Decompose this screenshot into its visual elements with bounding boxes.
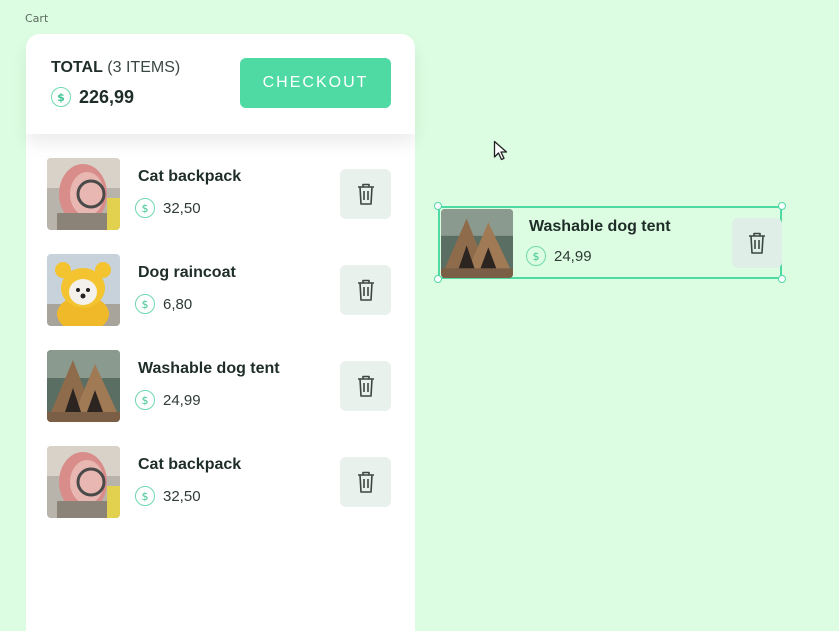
cart-header: TOTAL (3 ITEMS) $ 226,99 CHECKOUT: [26, 34, 415, 134]
item-name: Washable dog tent: [138, 360, 280, 377]
item-name: Dog raincoat: [138, 264, 236, 281]
item-price: $ 32,50: [135, 198, 201, 218]
trash-icon: [357, 183, 374, 205]
total-label: TOTAL: [51, 59, 103, 76]
trash-icon: [357, 471, 374, 493]
delete-button[interactable]: [340, 265, 391, 315]
dollar-coin-icon: $: [135, 294, 155, 314]
dragged-item-content: Washable dog tent $ 24,99: [440, 208, 782, 278]
item-price-value: 24,99: [554, 247, 592, 265]
dollar-coin-icon: $: [51, 87, 71, 107]
resize-handle-bottom-left[interactable]: [434, 275, 442, 283]
checkout-button[interactable]: CHECKOUT: [240, 58, 391, 108]
trash-icon: [357, 375, 374, 397]
item-price: $ 6,80: [135, 294, 192, 314]
item-price-value: 32,50: [163, 487, 201, 505]
item-name: Cat backpack: [138, 168, 242, 185]
item-price: $ 32,50: [135, 486, 201, 506]
dog-tent-image: [47, 350, 120, 422]
cart-panel: TOTAL (3 ITEMS) $ 226,99 CHECKOUT Cat ba…: [26, 34, 415, 631]
dollar-coin-icon: $: [135, 198, 155, 218]
item-price-value: 6,80: [163, 295, 193, 313]
delete-button[interactable]: [340, 169, 391, 219]
resize-handle-bottom-right[interactable]: [778, 275, 786, 283]
trash-icon: [357, 279, 374, 301]
items-count: (3 ITEMS): [107, 59, 181, 76]
item-price-value: 32,50: [163, 199, 201, 217]
resize-handle-top-right[interactable]: [778, 202, 786, 210]
delete-button[interactable]: [340, 361, 391, 411]
total-amount-value: 226,99: [79, 86, 135, 107]
cart-item[interactable]: Washable dog tent $ 24,99: [47, 350, 391, 422]
dog-raincoat-image: [47, 254, 120, 326]
item-name: Washable dog tent: [529, 218, 671, 235]
cat-backpack-image: [47, 446, 120, 518]
dragged-cart-item[interactable]: Washable dog tent $ 24,99: [438, 206, 782, 279]
total-amount: $ 226,99: [51, 86, 134, 108]
item-price: $ 24,99: [135, 390, 201, 410]
cart-item[interactable]: Cat backpack $ 32,50: [47, 158, 391, 230]
item-name: Cat backpack: [138, 456, 242, 473]
dollar-coin-icon: $: [526, 246, 546, 266]
item-price-value: 24,99: [163, 391, 201, 409]
cat-backpack-image: [47, 158, 120, 230]
item-price: $ 24,99: [526, 246, 592, 266]
total-line: TOTAL (3 ITEMS): [51, 59, 180, 77]
delete-button[interactable]: [340, 457, 391, 507]
cart-item[interactable]: Cat backpack $ 32,50: [47, 446, 391, 518]
resize-handle-top-left[interactable]: [434, 202, 442, 210]
trash-icon: [749, 232, 765, 254]
frame-label: Cart: [25, 12, 49, 25]
dog-tent-image: [441, 209, 513, 278]
dollar-coin-icon: $: [135, 486, 155, 506]
cart-item[interactable]: Dog raincoat $ 6,80: [47, 254, 391, 326]
dollar-coin-icon: $: [135, 390, 155, 410]
mouse-pointer-icon: [493, 140, 508, 161]
delete-button[interactable]: [732, 218, 782, 268]
